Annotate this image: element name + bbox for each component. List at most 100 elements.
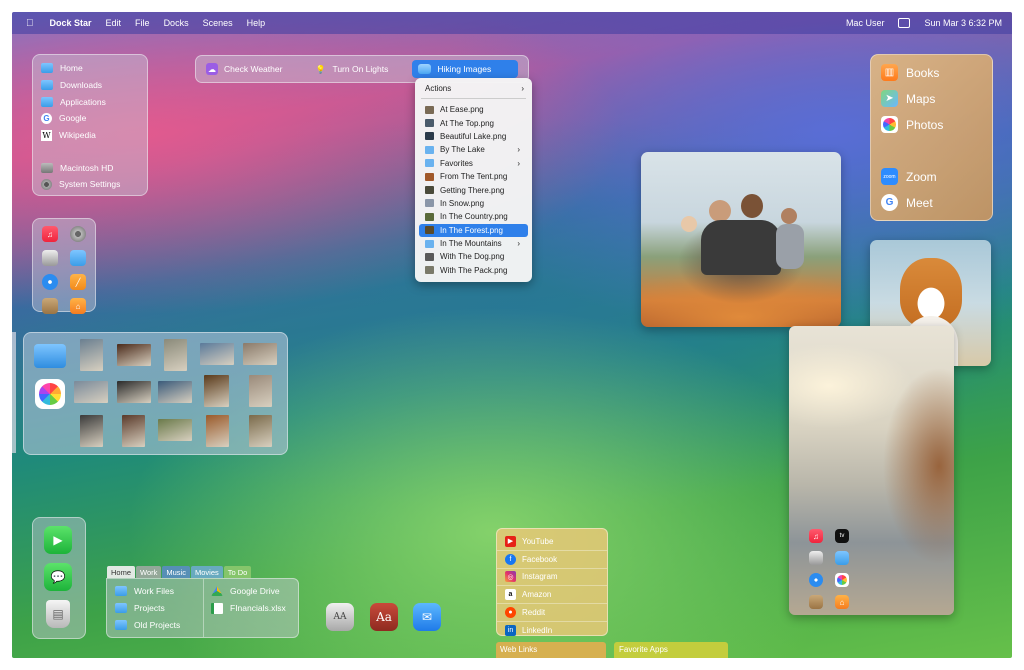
- music-app-icon[interactable]: ♫: [42, 226, 58, 242]
- favorite-system-settings[interactable]: System Settings: [33, 176, 147, 193]
- messages-icon[interactable]: 💬: [44, 563, 72, 591]
- photos-app-icon[interactable]: [35, 379, 65, 409]
- folder-app-icon[interactable]: [70, 250, 86, 266]
- user-name[interactable]: Mac User: [846, 18, 885, 28]
- favorite-google[interactable]: G Google: [33, 110, 147, 127]
- menu-item[interactable]: Beautiful Lake.png: [419, 130, 528, 143]
- menu-item[interactable]: In The Mountains ›: [419, 237, 528, 250]
- menu-item[interactable]: Favorites ›: [419, 157, 528, 170]
- link-amazon[interactable]: a Amazon: [497, 586, 607, 605]
- control-center-icon[interactable]: [898, 18, 911, 28]
- menu-edit[interactable]: Edit: [106, 18, 122, 28]
- menu-scenes[interactable]: Scenes: [203, 18, 233, 28]
- scene-turn-on-lights[interactable]: 💡 Turn On Lights: [308, 60, 394, 78]
- tab-music[interactable]: Music: [162, 566, 190, 578]
- menu-item[interactable]: In Snow.png: [419, 197, 528, 210]
- tab-work[interactable]: Work: [136, 566, 162, 578]
- menu-file[interactable]: File: [135, 18, 150, 28]
- trash-icon[interactable]: ▤: [46, 600, 70, 628]
- person-figure: [681, 216, 697, 232]
- favorite-home[interactable]: Home: [33, 60, 147, 77]
- finder-item-projects[interactable]: Projects: [107, 600, 203, 617]
- pages-app-icon[interactable]: ╱: [70, 274, 86, 290]
- photo-thumbnail[interactable]: [80, 415, 103, 447]
- apple-tv-icon[interactable]: tv: [835, 529, 849, 543]
- safari-app-icon[interactable]: [809, 573, 823, 587]
- link-youtube[interactable]: ▶ YouTube: [497, 533, 607, 551]
- tab-home[interactable]: Home: [107, 566, 136, 578]
- favorite-wikipedia[interactable]: W Wikipedia: [33, 127, 147, 144]
- photo-thumbnail[interactable]: [74, 381, 108, 403]
- folder-icon: [425, 145, 434, 154]
- mail-icon[interactable]: ✉: [413, 603, 441, 631]
- drive-app-icon[interactable]: [809, 551, 823, 565]
- menu-docks[interactable]: Docks: [164, 18, 189, 28]
- clock[interactable]: Sun Mar 3 6:32 PM: [924, 18, 1002, 28]
- tab-to-do[interactable]: To Do: [223, 566, 252, 578]
- menu-item[interactable]: By The Lake ›: [419, 143, 528, 156]
- finder-item-google-drive[interactable]: Google Drive: [203, 583, 298, 600]
- photo-thumbnail[interactable]: [80, 339, 103, 371]
- tab-movies[interactable]: Movies: [190, 566, 223, 578]
- drive-app-icon[interactable]: [42, 250, 58, 266]
- menu-item[interactable]: In The Forest.png: [419, 223, 528, 237]
- menu-item[interactable]: At The Top.png: [419, 116, 528, 129]
- finder-item-work-files[interactable]: Work Files: [107, 583, 203, 600]
- home-app-icon[interactable]: ⌂: [835, 595, 849, 609]
- dictionary-icon[interactable]: Aa: [370, 603, 398, 631]
- photo-thumbnail[interactable]: [249, 415, 272, 447]
- link-linkedin[interactable]: in LinkedIn: [497, 622, 607, 639]
- font-book-icon[interactable]: AA: [326, 603, 354, 631]
- favorite-macintosh-hd[interactable]: Macintosh HD: [33, 159, 147, 176]
- music-app-icon[interactable]: ♫: [809, 529, 823, 543]
- family-photo[interactable]: [641, 152, 841, 327]
- dock-label-favorite-apps[interactable]: Favorite Apps: [614, 642, 728, 658]
- photo-thumbnail[interactable]: [158, 381, 192, 403]
- menu-item[interactable]: Getting There.png: [419, 183, 528, 196]
- link-facebook[interactable]: f Facebook: [497, 551, 607, 569]
- photo-thumbnail[interactable]: [117, 381, 151, 403]
- dock-label-web-links[interactable]: Web Links: [496, 642, 606, 658]
- link-instagram[interactable]: ◎ Instagram: [497, 569, 607, 587]
- finder-item-old-projects[interactable]: Old Projects: [107, 616, 203, 633]
- photo-thumbnail[interactable]: [200, 343, 234, 365]
- photo-thumbnail[interactable]: [117, 344, 151, 366]
- books-app[interactable]: ▥ Books: [881, 64, 939, 81]
- menu-help[interactable]: Help: [247, 18, 266, 28]
- menu-item[interactable]: With The Dog.png: [419, 250, 528, 263]
- menu-item[interactable]: In The Country.png: [419, 210, 528, 223]
- photo-thumbnail[interactable]: [164, 339, 187, 371]
- app-menu[interactable]: Dock Star: [50, 18, 92, 28]
- maps-app[interactable]: ➤ Maps: [881, 90, 935, 107]
- menu-item[interactable]: At Ease.png: [419, 103, 528, 116]
- safari-app-icon[interactable]: [42, 274, 58, 290]
- facetime-icon[interactable]: ▶: [44, 526, 72, 554]
- photo-thumbnail[interactable]: [158, 419, 192, 441]
- box-app-icon[interactable]: [42, 298, 58, 314]
- menu-item[interactable]: With The Pack.png: [419, 264, 528, 277]
- photos-app[interactable]: Photos: [881, 116, 943, 133]
- menu-actions[interactable]: Actions ›: [415, 78, 532, 98]
- photo-thumbnail[interactable]: [243, 343, 277, 365]
- photo-thumbnail[interactable]: [249, 375, 272, 407]
- folder-app-icon[interactable]: [835, 551, 849, 565]
- scene-hiking-images[interactable]: Hiking Images: [412, 60, 519, 78]
- apple-icon[interactable]: : [26, 18, 34, 29]
- photo-thumbnail[interactable]: [206, 415, 229, 447]
- dock-handle[interactable]: [12, 332, 16, 453]
- home-app-icon[interactable]: ⌂: [70, 298, 86, 314]
- photo-thumbnail[interactable]: [122, 415, 145, 447]
- favorite-downloads[interactable]: Downloads: [33, 77, 147, 94]
- finder-item-financials[interactable]: FInancials.xlsx: [203, 600, 298, 617]
- link-reddit[interactable]: ● Reddit: [497, 604, 607, 622]
- settings-app-icon[interactable]: [70, 226, 86, 242]
- menu-item[interactable]: From The Tent.png: [419, 170, 528, 183]
- photo-thumbnail[interactable]: [204, 375, 229, 407]
- favorite-applications[interactable]: Applications: [33, 93, 147, 110]
- meet-app[interactable]: G Meet: [881, 194, 933, 211]
- photos-app-icon[interactable]: [835, 573, 849, 587]
- folder-icon[interactable]: [34, 344, 66, 368]
- scene-check-weather[interactable]: ☁ Check Weather: [200, 60, 288, 78]
- zoom-app[interactable]: zoom Zoom: [881, 168, 937, 185]
- box-app-icon[interactable]: [809, 595, 823, 609]
